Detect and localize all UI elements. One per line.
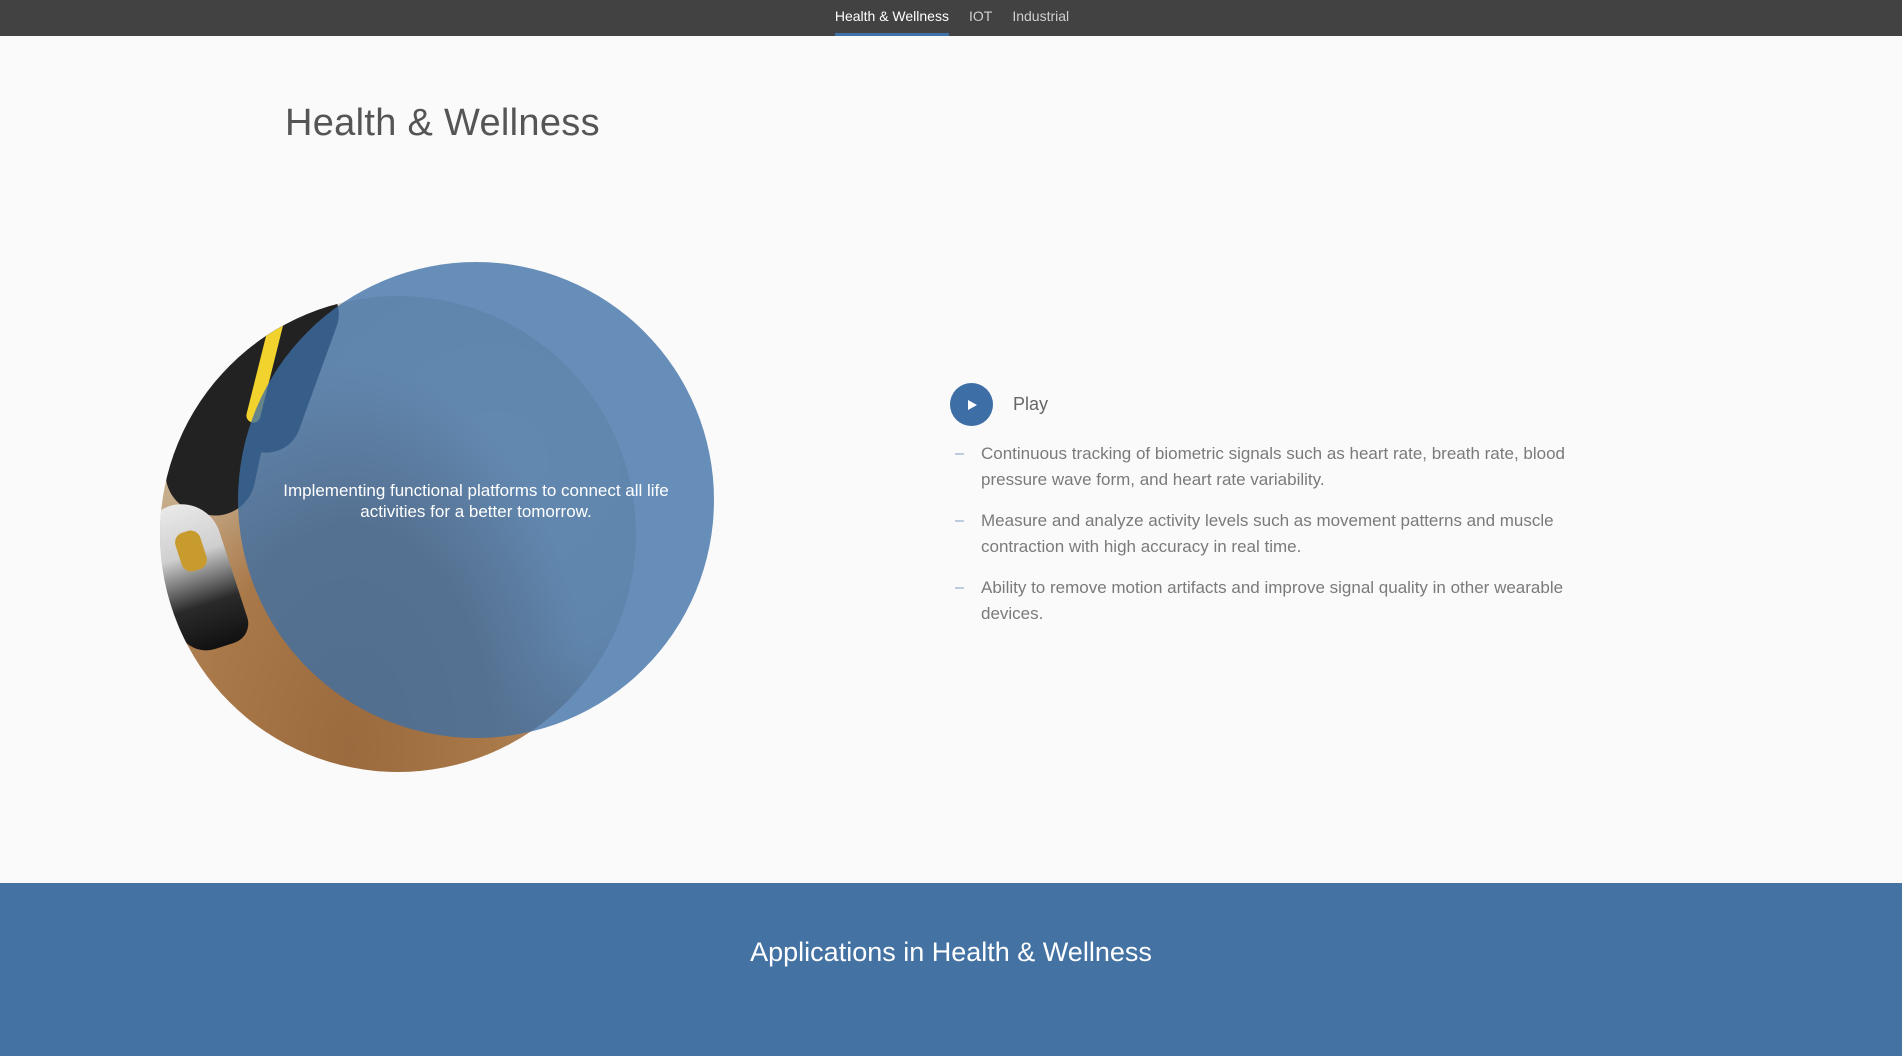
list-item: – Ability to remove motion artifacts and… bbox=[955, 575, 1595, 627]
applications-section: Applications in Health & Wellness bbox=[0, 883, 1902, 1056]
list-item: – Continuous tracking of biometric signa… bbox=[955, 441, 1595, 493]
hero-graphic: Implementing functional platforms to con… bbox=[160, 262, 720, 772]
tab-industrial[interactable]: Industrial bbox=[1012, 0, 1069, 36]
list-item: – Measure and analyze activity levels su… bbox=[955, 508, 1595, 560]
play-button[interactable] bbox=[950, 383, 993, 426]
nav-tabs: Health & Wellness IOT Industrial bbox=[834, 0, 1069, 36]
page-title: Health & Wellness bbox=[285, 102, 600, 144]
hero-caption: Implementing functional platforms to con… bbox=[283, 481, 669, 521]
applications-title: Applications in Health & Wellness bbox=[750, 937, 1152, 967]
play-label[interactable]: Play bbox=[1013, 394, 1048, 415]
feature-text: Ability to remove motion artifacts and i… bbox=[981, 578, 1564, 623]
feature-text: Measure and analyze activity levels such… bbox=[981, 511, 1554, 556]
dash-bullet-icon: – bbox=[955, 579, 964, 596]
top-navigation: Health & Wellness IOT Industrial bbox=[0, 0, 1902, 36]
video-control: Play bbox=[950, 383, 1048, 426]
feature-list: – Continuous tracking of biometric signa… bbox=[955, 441, 1595, 642]
feature-text: Continuous tracking of biometric signals… bbox=[981, 444, 1565, 489]
tab-health-wellness[interactable]: Health & Wellness bbox=[834, 0, 950, 36]
tab-iot[interactable]: IOT bbox=[969, 0, 992, 36]
play-icon bbox=[967, 399, 977, 410]
dash-bullet-icon: – bbox=[955, 512, 964, 529]
dash-bullet-icon: – bbox=[955, 445, 964, 462]
